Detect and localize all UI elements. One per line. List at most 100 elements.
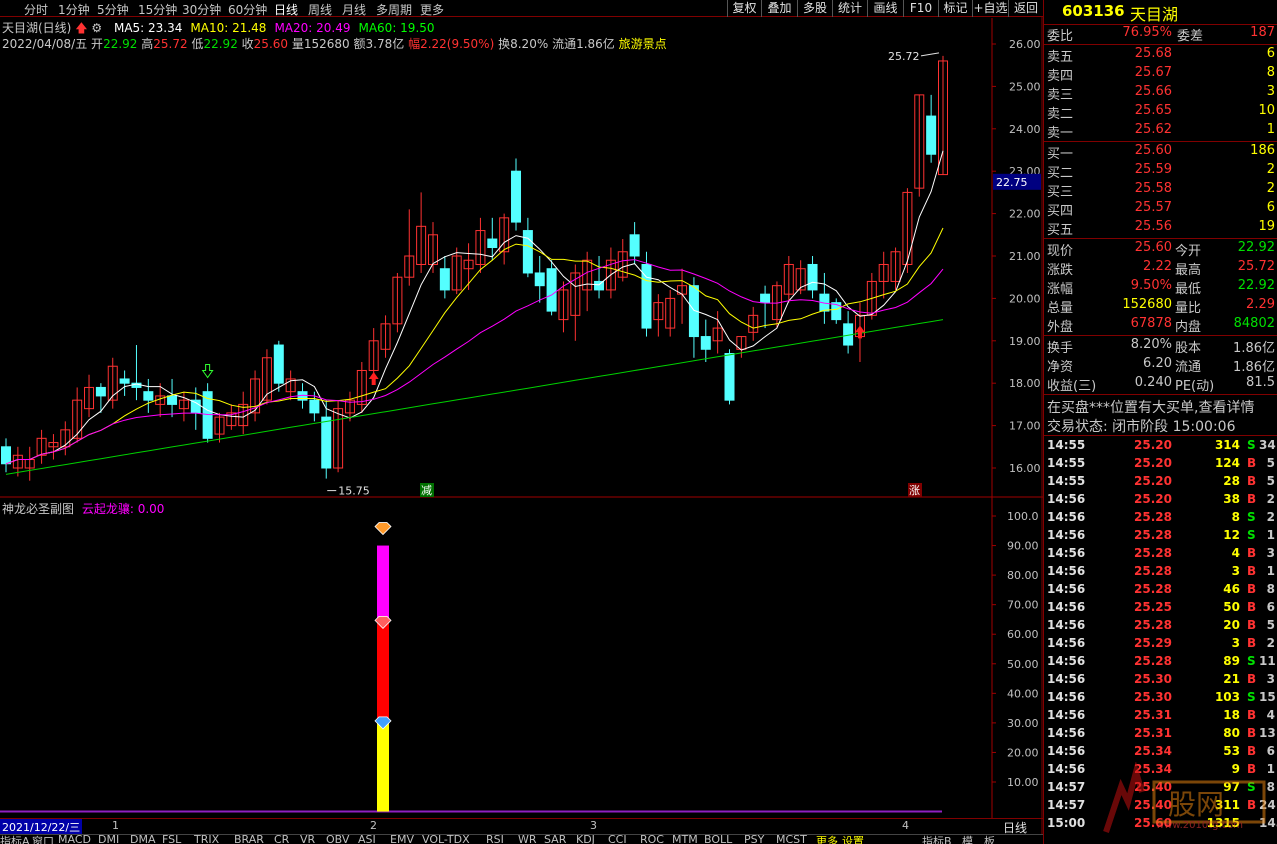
indicator-tab-12[interactable]: EMV xyxy=(390,835,414,844)
tick-row-2[interactable]: 14:55 25.20 28 B 5 xyxy=(1047,474,1275,492)
quote-row-2[interactable]: 涨幅 9.50% 最低 22.92 xyxy=(1047,278,1275,297)
indicator-tab-22[interactable]: PSY xyxy=(744,835,764,844)
indicator-tab-6[interactable]: TRIX xyxy=(194,835,219,844)
tick-row-17[interactable]: 14:56 25.34 53 B 6 xyxy=(1047,744,1275,762)
fund-row-0[interactable]: 换手 8.20% 股本 1.86亿 xyxy=(1047,337,1275,356)
period-tab-10[interactable]: 更多 xyxy=(420,1,444,18)
sub-y-tick-label: 40.00 xyxy=(1007,687,1039,700)
tick-row-15[interactable]: 14:56 25.31 18 B 4 xyxy=(1047,708,1275,726)
period-tab-9[interactable]: 多周期 xyxy=(376,1,412,18)
tick-row-9[interactable]: 14:56 25.25 50 B 6 xyxy=(1047,600,1275,618)
toolbar-button-8[interactable]: 返回 xyxy=(1008,0,1043,17)
tick-count: 34 xyxy=(1259,438,1276,452)
indicator-tab-1[interactable]: 窗口 xyxy=(32,835,54,844)
toolbar-button-4[interactable]: 画线 xyxy=(867,0,903,17)
tick-row-4[interactable]: 14:56 25.28 8 S 2 xyxy=(1047,510,1275,528)
toolbar-button-0[interactable]: 复权 xyxy=(727,0,761,17)
tick-row-11[interactable]: 14:56 25.29 3 B 2 xyxy=(1047,636,1275,654)
tick-direction: B xyxy=(1247,564,1257,578)
sell-row-0[interactable]: 卖五 25.68 6 xyxy=(1047,46,1275,65)
period-tab-0[interactable]: 分时 xyxy=(24,1,48,18)
indicator-tab-15[interactable]: WR xyxy=(518,835,537,844)
buy-row-4[interactable]: 买五 25.56 19 xyxy=(1047,219,1275,238)
indicator-b-tab-1[interactable]: 模 xyxy=(962,835,973,844)
sell-price: 25.68 xyxy=(1134,46,1172,61)
period-tab-7[interactable]: 周线 xyxy=(308,1,332,18)
indicator-tab-10[interactable]: OBV xyxy=(326,835,349,844)
period-tab-6[interactable]: 日线 xyxy=(274,1,298,18)
indicator-tab-4[interactable]: DMA xyxy=(130,835,156,844)
tick-row-1[interactable]: 14:55 25.20 124 B 5 xyxy=(1047,456,1275,474)
fund-row-2[interactable]: 收益(三) 0.240 PE(动) 81.5 xyxy=(1047,375,1275,394)
buy-row-3[interactable]: 买四 25.57 6 xyxy=(1047,200,1275,219)
toolbar-button-6[interactable]: 标记 xyxy=(938,0,972,17)
kline-chart[interactable]: 26.0025.0024.0023.0022.0021.0020.0019.00… xyxy=(0,0,1043,844)
toolbar-button-5[interactable]: F10 xyxy=(903,0,938,17)
indicator-tab-7[interactable]: BRAR xyxy=(234,835,264,844)
buy-row-1[interactable]: 买二 25.59 2 xyxy=(1047,162,1275,181)
indicator-tab-5[interactable]: FSL xyxy=(162,835,181,844)
sell-row-4[interactable]: 卖一 25.62 1 xyxy=(1047,122,1275,141)
period-tab-4[interactable]: 30分钟 xyxy=(182,1,221,18)
toolbar-button-7[interactable]: +自选 xyxy=(972,0,1008,17)
tick-row-12[interactable]: 14:56 25.28 89 S 11 xyxy=(1047,654,1276,672)
indicator-tab-23[interactable]: MCST xyxy=(776,835,807,844)
period-tab-8[interactable]: 月线 xyxy=(342,1,366,18)
info-low: 22.92 xyxy=(203,37,238,51)
y-tick-label: 26.00 xyxy=(1009,38,1041,51)
tick-row-7[interactable]: 14:56 25.28 3 B 1 xyxy=(1047,564,1275,582)
big-order-notice[interactable]: 在买盘***位置有大买单,查看详情 xyxy=(1047,397,1254,417)
tick-row-6[interactable]: 14:56 25.28 4 B 3 xyxy=(1047,546,1275,564)
notice-row[interactable]: 在买盘***位置有大买单,查看详情 xyxy=(1047,397,1275,416)
quote-row-1[interactable]: 涨跌 2.22 最高 25.72 xyxy=(1047,259,1275,278)
sell-price: 25.66 xyxy=(1134,84,1172,99)
tick-row-14[interactable]: 14:56 25.30 103 S 15 xyxy=(1047,690,1276,708)
tick-row-16[interactable]: 14:56 25.31 80 B 13 xyxy=(1047,726,1276,744)
indicator-tab-13[interactable]: VOL-TDX xyxy=(422,835,470,844)
indicator-tab-14[interactable]: RSI xyxy=(486,835,504,844)
tick-row-3[interactable]: 14:56 25.20 38 B 2 xyxy=(1047,492,1275,510)
fund-row-1[interactable]: 净资 6.20 流通 1.86亿 xyxy=(1047,356,1275,375)
tick-row-5[interactable]: 14:56 25.28 12 S 1 xyxy=(1047,528,1275,546)
sell-row-2[interactable]: 卖三 25.66 3 xyxy=(1047,84,1275,103)
buy-row-0[interactable]: 买一 25.60 186 xyxy=(1047,143,1275,162)
sell-row-3[interactable]: 卖二 25.65 10 xyxy=(1047,103,1275,122)
indicator-tab-3[interactable]: DMI xyxy=(98,835,119,844)
toolbar-button-3[interactable]: 统计 xyxy=(832,0,867,17)
toolbar-button-2[interactable]: 多股 xyxy=(797,0,832,17)
quote-row-4[interactable]: 外盘 67878 内盘 84802 xyxy=(1047,316,1275,335)
period-tab-3[interactable]: 15分钟 xyxy=(138,1,177,18)
buy-volume: 19 xyxy=(1258,219,1275,234)
indicator-tab-11[interactable]: ASI xyxy=(358,835,376,844)
buy-row-2[interactable]: 买三 25.58 2 xyxy=(1047,181,1275,200)
indicator-tab-0[interactable]: 指标A xyxy=(0,835,30,844)
indicator-tab-18[interactable]: CCI xyxy=(608,835,627,844)
settings-icon[interactable]: ⚙ xyxy=(91,21,102,35)
indicator-tab-25[interactable]: 设置 xyxy=(842,835,864,844)
period-tab-1[interactable]: 1分钟 xyxy=(58,1,90,18)
indicator-tab-9[interactable]: VR xyxy=(300,835,315,844)
period-tab-5[interactable]: 60分钟 xyxy=(228,1,267,18)
tick-row-13[interactable]: 14:56 25.30 21 B 3 xyxy=(1047,672,1275,690)
period-tab-2[interactable]: 5分钟 xyxy=(97,1,129,18)
sell-volume: 8 xyxy=(1266,65,1275,80)
tick-volume: 80 xyxy=(1223,726,1240,740)
indicator-tab-8[interactable]: CR xyxy=(274,835,289,844)
tick-row-8[interactable]: 14:56 25.28 46 B 8 xyxy=(1047,582,1275,600)
indicator-tab-2[interactable]: MACD xyxy=(58,835,91,844)
indicator-tab-21[interactable]: BOLL xyxy=(704,835,732,844)
tick-row-0[interactable]: 14:55 25.20 314 S 34 xyxy=(1047,438,1276,456)
indicator-tab-24[interactable]: 更多 xyxy=(816,835,838,844)
info-sector[interactable]: 旅游景点 xyxy=(619,37,667,51)
sell-row-1[interactable]: 卖四 25.67 8 xyxy=(1047,65,1275,84)
indicator-b-tab-2[interactable]: 板 xyxy=(984,835,995,844)
toolbar-button-1[interactable]: 叠加 xyxy=(761,0,797,17)
indicator-b-tab-0[interactable]: 指标B xyxy=(922,835,952,844)
indicator-tab-19[interactable]: ROC xyxy=(640,835,664,844)
quote-row-3[interactable]: 总量 152680 量比 2.29 xyxy=(1047,297,1275,316)
tick-row-10[interactable]: 14:56 25.28 20 B 5 xyxy=(1047,618,1275,636)
quote-row-0[interactable]: 现价 25.60 今开 22.92 xyxy=(1047,240,1275,259)
indicator-tab-17[interactable]: KDJ xyxy=(576,835,595,844)
indicator-tab-16[interactable]: SAR xyxy=(544,835,566,844)
indicator-tab-20[interactable]: MTM xyxy=(672,835,698,844)
